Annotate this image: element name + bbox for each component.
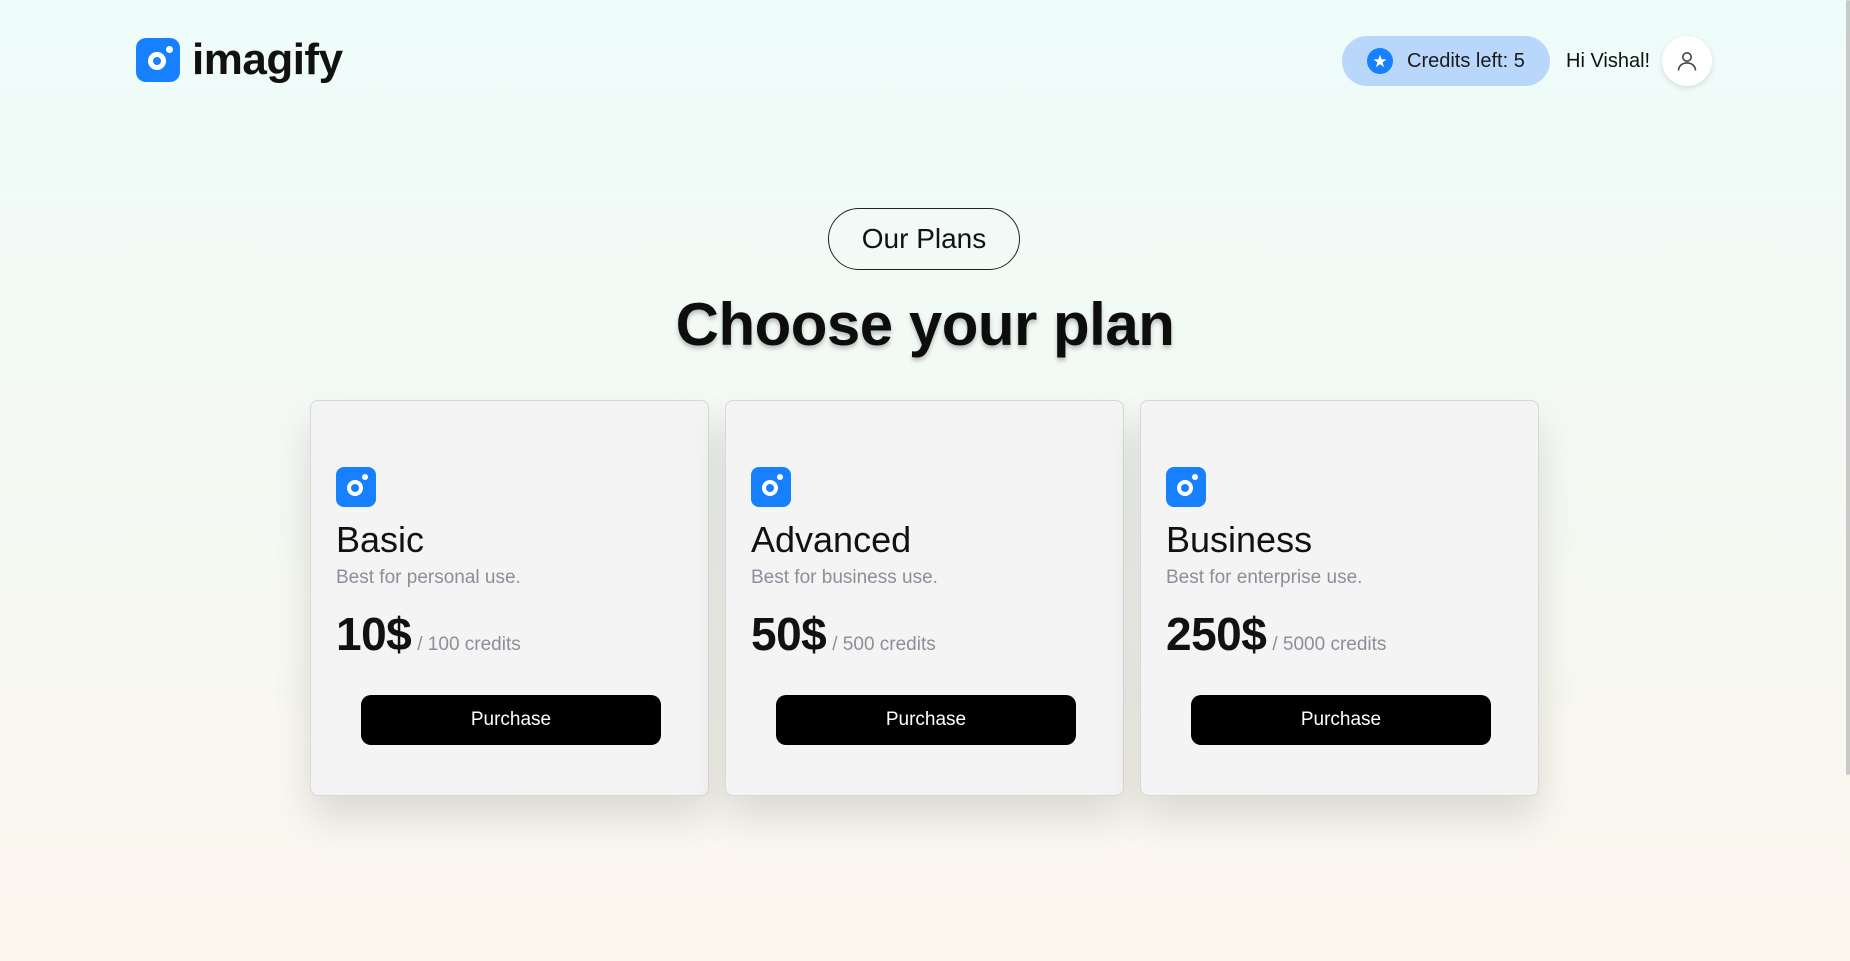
plan-card-business: Business Best for enterprise use. 250$ /… — [1140, 400, 1539, 796]
price-credits: / 100 credits — [417, 634, 521, 655]
plan-price: 250$ / 5000 credits — [1166, 607, 1386, 661]
price-credits: / 500 credits — [832, 634, 936, 655]
plan-card-basic: Basic Best for personal use. 10$ / 100 c… — [310, 400, 709, 796]
price-amount: 10$ — [336, 608, 412, 660]
imagify-logo-icon — [1166, 467, 1206, 507]
purchase-button-business[interactable]: Purchase — [1191, 695, 1491, 745]
plan-description: Best for personal use. — [336, 567, 521, 588]
scrollbar-thumb[interactable] — [1846, 0, 1850, 775]
plan-card-advanced: Advanced Best for business use. 50$ / 50… — [725, 400, 1124, 796]
our-plans-badge: Our Plans — [828, 208, 1020, 270]
purchase-button-advanced[interactable]: Purchase — [776, 695, 1076, 745]
imagify-logo-icon — [336, 467, 376, 507]
user-greeting: Hi Vishal! — [1566, 50, 1651, 72]
plan-name: Basic — [336, 519, 425, 560]
plan-price: 10$ / 100 credits — [336, 607, 521, 661]
purchase-button-basic[interactable]: Purchase — [361, 695, 661, 745]
user-avatar-button[interactable] — [1662, 36, 1712, 86]
star-icon: ★ — [1367, 48, 1393, 74]
top-navbar: imagify ★ Credits left: 5 Hi Vishal! — [0, 0, 1850, 125]
plan-cards: Basic Best for personal use. 10$ / 100 c… — [310, 400, 1540, 796]
plan-description: Best for business use. — [751, 567, 938, 588]
logo[interactable]: imagify — [136, 38, 343, 82]
imagify-logo-icon — [751, 467, 791, 507]
credits-label: Credits left: 5 — [1407, 49, 1525, 72]
plan-name: Advanced — [751, 519, 912, 560]
user-icon — [1677, 52, 1697, 71]
plan-price: 50$ / 500 credits — [751, 607, 936, 661]
page-title: Choose your plan — [675, 291, 1175, 358]
price-amount: 50$ — [751, 608, 827, 660]
price-credits: / 5000 credits — [1272, 634, 1387, 655]
plan-name: Business — [1166, 519, 1313, 560]
plan-description: Best for enterprise use. — [1166, 567, 1363, 588]
credits-button[interactable]: ★ Credits left: 5 — [1342, 36, 1550, 86]
logo-text: imagify — [192, 35, 343, 84]
scrollbar[interactable] — [1844, 0, 1850, 961]
price-amount: 250$ — [1166, 608, 1267, 660]
imagify-logo-icon — [136, 38, 180, 82]
